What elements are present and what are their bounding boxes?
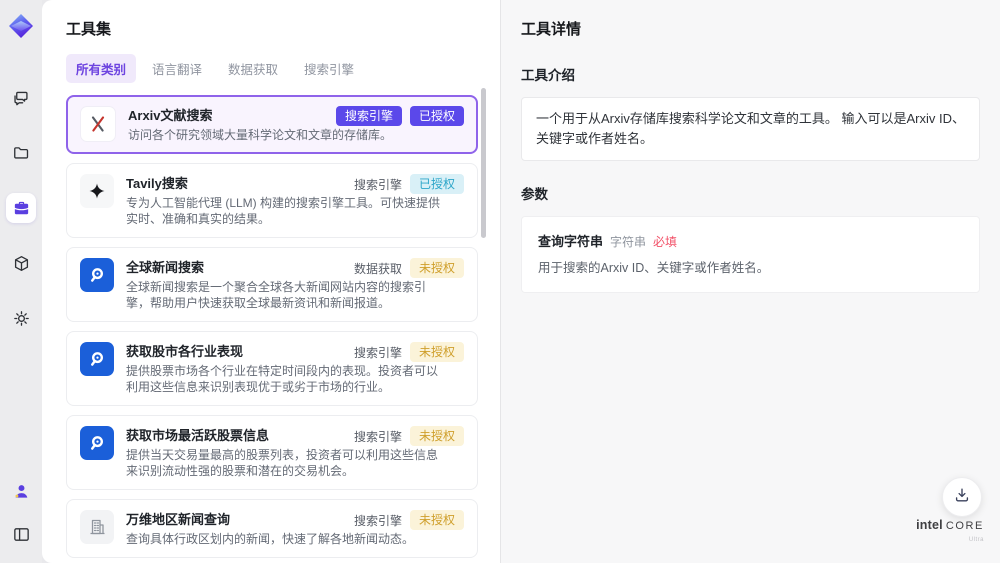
sidebar-item-models[interactable] [6,248,36,278]
gear-icon [12,309,31,328]
tool-card[interactable]: 全球新闻搜索 全球新闻搜索是一个聚合全球各大新闻网站内容的搜索引擎，帮助用户快速… [66,247,478,322]
chat-icon [12,89,31,108]
tool-card[interactable]: 获取股市各行业表现 提供股票市场各个行业在特定时间段内的表现。投资者可以利用这些… [66,331,478,406]
arxiv-icon [80,106,116,142]
sidebar-item-settings[interactable] [6,303,36,333]
tool-category: 搜索引擎 [353,429,402,444]
parameter-required-badge: 必填 [653,235,678,250]
tool-intro-text: 一个用于从Arxiv存储库搜索科学论文和文章的工具。 输入可以是Arxiv ID… [521,97,980,162]
sidebar [0,0,42,563]
tab-0[interactable]: 所有类别 [66,54,137,83]
category-tabs: 所有类别 语言翻译 数据获取 搜索引擎 [66,54,500,83]
folder-icon [12,144,31,163]
intel-core-logo: intel core Ultra [916,518,984,544]
tool-category: 搜索引擎 [353,345,402,360]
parameter-type: 字符串 [610,235,647,250]
cube-icon [12,254,31,273]
tool-category: 搜索引擎 [353,177,402,192]
tool-category: 搜索引擎 [353,513,402,528]
details-title: 工具详情 [521,21,582,38]
parameter-description: 用于搜索的Arxiv ID、关键字或作者姓名。 [538,261,770,276]
tab-3[interactable]: 搜索引擎 [294,54,364,83]
list-scrollbar-thumb[interactable] [481,88,486,238]
page-title: 工具集 [66,21,112,38]
parameter-name: 查询字符串 [538,234,604,250]
tool-description: 全球新闻搜索是一个聚合全球各大新闻网站内容的搜索引擎，帮助用户快速获取全球最新资… [126,280,427,310]
app-logo-icon [7,12,35,40]
blue-q-icon [80,426,114,460]
tab-2[interactable]: 数据获取 [218,54,288,83]
tool-auth-badge: 未授权 [409,342,464,362]
tool-details-pane: 工具详情 工具介绍 一个用于从Arxiv存储库搜索科学论文和文章的工具。 输入可… [500,0,1000,563]
tool-auth-badge: 已授权 [409,174,464,194]
tool-auth-badge: 已授权 [409,106,464,126]
user-icon [12,482,31,501]
tool-category: 数据获取 [353,261,402,276]
download-icon [953,486,971,509]
tool-description: 查询具体行政区划内的新闻，快速了解各地新闻动态。 [126,532,415,546]
sidebar-item-collapse[interactable] [6,519,36,549]
tool-card[interactable]: 获取市场最活跃股票信息 提供当天交易量最高的股票列表，投资者可以利用这些信息来识… [66,415,478,490]
sidebar-item-account[interactable] [6,476,36,506]
tool-auth-badge: 未授权 [409,510,464,530]
tool-card[interactable]: Tavily搜索 专为人工智能代理 (LLM) 构建的搜索引擎工具。可快速提供实… [66,163,478,238]
tool-auth-badge: 未授权 [409,426,464,446]
tool-card-list: Arxiv文献搜索 访问各个研究领域大量科学论文和文章的存储库。 搜索引擎 已授… [66,95,478,558]
app-window: 工具集 所有类别 语言翻译 数据获取 搜索引擎 Arxiv文献搜索 访问各个研究领域大… [0,0,1000,563]
tool-description: 访问各个研究领域大量科学论文和文章的存储库。 [128,128,393,142]
tool-auth-badge: 未授权 [409,258,464,278]
panel-toggle-icon [12,525,31,544]
building-icon [80,510,114,544]
blue-q-icon [80,258,114,292]
parameter-card: 查询字符串 字符串 必填 用于搜索的Arxiv ID、关键字或作者姓名。 [521,216,980,294]
params-heading: 参数 [521,187,548,203]
tool-category: 搜索引擎 [335,106,402,126]
tool-card[interactable]: Arxiv文献搜索 访问各个研究领域大量科学论文和文章的存储库。 搜索引擎 已授… [66,95,478,154]
tab-1[interactable]: 语言翻译 [142,54,212,83]
tool-description: 提供股票市场各个行业在特定时间段内的表现。投资者可以利用这些信息来识别表现优于或… [126,364,439,394]
tool-card[interactable]: 万维地区新闻查询 查询具体行政区划内的新闻，快速了解各地新闻动态。 搜索引擎 未… [66,499,478,558]
sidebar-item-files[interactable] [6,138,36,168]
blue-q-icon [80,342,114,376]
sparkle-icon [80,174,114,208]
sidebar-item-chat[interactable] [6,83,36,113]
download-button[interactable] [942,477,982,517]
tool-list-pane: 工具集 所有类别 语言翻译 数据获取 搜索引擎 Arxiv文献搜索 访问各个研究领域大… [42,0,500,563]
sidebar-item-tools[interactable] [6,193,36,223]
briefcase-icon [12,199,31,218]
main-area: 工具集 所有类别 语言翻译 数据获取 搜索引擎 Arxiv文献搜索 访问各个研究领域大… [42,0,1000,563]
tool-description: 专为人工智能代理 (LLM) 构建的搜索引擎工具。可快速提供实时、准确和真实的结… [126,196,441,226]
tool-description: 提供当天交易量最高的股票列表，投资者可以利用这些信息来识别流动性强的股票和潜在的… [126,448,439,478]
intro-heading: 工具介绍 [521,68,575,83]
